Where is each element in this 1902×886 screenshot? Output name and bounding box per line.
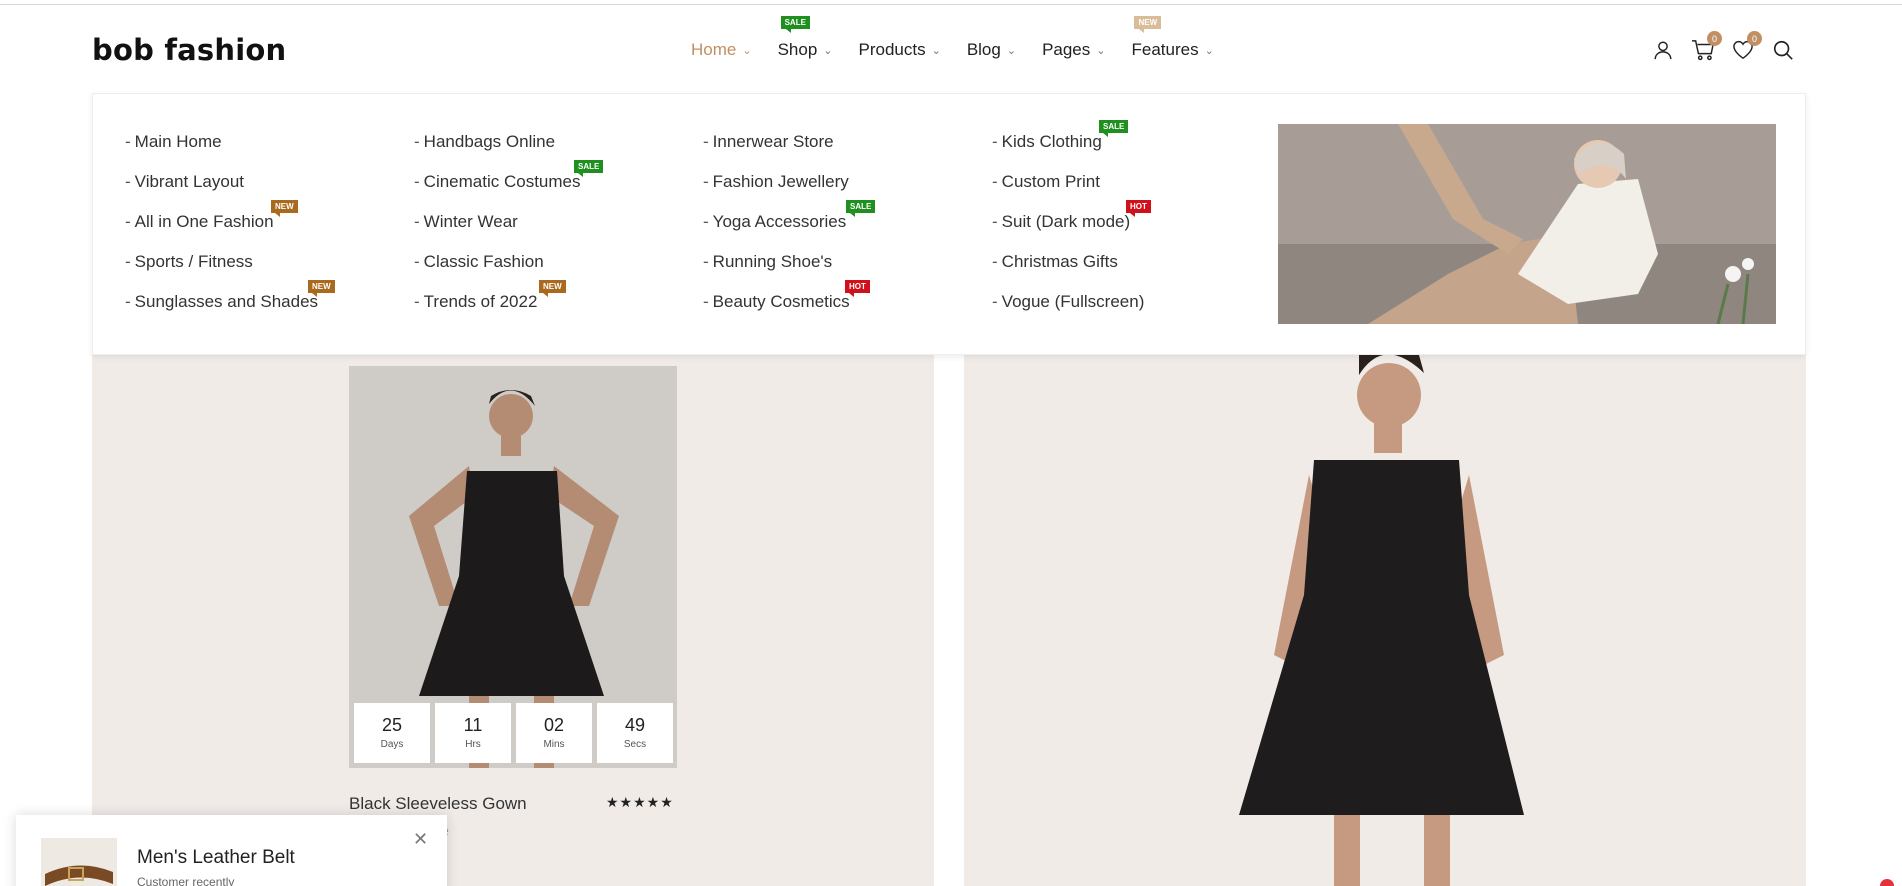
new-badge: NEW (271, 200, 298, 217)
nav-item-products[interactable]: Products ⌄ (859, 40, 941, 60)
countdown-mins: 02 Mins (516, 703, 592, 763)
main-nav: Home ⌄ SALE Shop ⌄ Products ⌄ Blog ⌄ Pag… (691, 16, 1240, 60)
cart-icon[interactable]: 0 (1690, 31, 1722, 63)
nav-item-label: Home (691, 40, 737, 59)
countdown-days: 25 Days (354, 703, 430, 763)
chevron-down-icon: ⌄ (1204, 44, 1214, 57)
chevron-down-icon: ⌄ (1006, 44, 1017, 57)
countdown-secs: 49 Secs (597, 703, 673, 763)
chevron-down-icon: ⌄ (1096, 44, 1106, 57)
toast-title[interactable]: Men's Leather Belt (137, 847, 295, 869)
site-header: bob fashion Home ⌄ SALE Shop ⌄ Products … (0, 5, 1902, 93)
nav-item-label: Shop (777, 40, 818, 59)
product-name[interactable]: Black Sleeveless Gown (349, 794, 527, 814)
nav-item-label: Blog (966, 40, 1001, 59)
menu-item-sunglasses[interactable]: - Sunglasses and Shades NEW (125, 280, 335, 332)
menu-item-trends-2022[interactable]: - Trends of 2022 NEW (414, 280, 581, 332)
countdown-timer: 25 Days 11 Hrs 02 Mins 49 Secs (354, 703, 678, 763)
menu-item-all-in-one-fashion[interactable]: - All in One Fashion NEW (125, 200, 318, 252)
menu-item-innerwear-store[interactable]: - Innerwear Store (703, 132, 850, 172)
chevron-down-icon: ⌄ (742, 44, 752, 57)
hot-badge: HOT (1126, 200, 1151, 217)
menu-item-suit-dark-mode[interactable]: - Suit (Dark mode) HOT (992, 200, 1151, 252)
hot-badge: HOT (845, 280, 870, 297)
toast-subtitle: Customer recently (137, 875, 235, 886)
menu-item-beauty-cosmetics[interactable]: - Beauty Cosmetics HOT (703, 280, 870, 332)
menu-item-main-home[interactable]: - Main Home (125, 132, 318, 172)
mega-column-1: - Main Home - Vibrant Layout - All in One F… (125, 132, 335, 332)
menu-item-christmas-gifts[interactable]: - Christmas Gifts (992, 252, 1144, 292)
nav-item-shop[interactable]: SALE Shop ⌄ (777, 16, 833, 60)
header-icons: 0 0 (1650, 31, 1810, 63)
nav-item-features[interactable]: NEW Features ⌄ (1131, 16, 1214, 60)
nav-item-label: Pages (1042, 40, 1091, 59)
sale-badge: SALE (574, 160, 604, 177)
menu-item-custom-print[interactable]: - Custom Print (992, 172, 1144, 212)
nav-item-label: Products (858, 40, 926, 59)
user-icon[interactable] (1650, 37, 1676, 63)
search-icon[interactable] (1770, 37, 1796, 63)
new-badge: NEW (1134, 16, 1162, 33)
brand-logo[interactable]: bob fashion (92, 33, 286, 67)
featured-product-image[interactable] (964, 355, 1806, 886)
close-icon[interactable]: ✕ (413, 829, 428, 850)
star-rating: ★★★★★ (606, 794, 674, 810)
mega-menu-banner-image[interactable] (1278, 124, 1776, 324)
nav-item-pages[interactable]: Pages ⌄ (1042, 40, 1105, 60)
mega-column-3: - Innerwear Store - Fashion Jewellery - Yog… (703, 132, 876, 332)
recent-purchase-toast: Men's Leather Belt Customer recently ✕ (16, 815, 447, 886)
menu-item-kids-clothing[interactable]: - Kids Clothing SALE (992, 120, 1144, 172)
menu-item-fashion-jewellery[interactable]: - Fashion Jewellery (703, 172, 850, 212)
chevron-down-icon: ⌄ (823, 44, 833, 57)
menu-item-vogue-fullscreen[interactable]: - Vogue (Fullscreen) (992, 292, 1144, 332)
mega-column-4: - Kids Clothing SALE - Custom Print - Suit (… (992, 120, 1151, 332)
sale-badge: SALE (780, 16, 810, 33)
menu-item-yoga-accessories[interactable]: - Yoga Accessories SALE (703, 200, 876, 252)
chat-bubble-icon[interactable] (1880, 879, 1894, 886)
toast-product-thumbnail[interactable] (41, 838, 117, 886)
countdown-hours: 11 Hrs (435, 703, 511, 763)
wishlist-count-badge: 0 (1747, 31, 1762, 46)
new-badge: NEW (539, 280, 566, 297)
cart-count-badge: 0 (1707, 31, 1722, 46)
menu-item-sports-fitness[interactable]: - Sports / Fitness (125, 252, 318, 292)
menu-item-running-shoes[interactable]: - Running Shoe's (703, 252, 850, 292)
nav-item-blog[interactable]: Blog ⌄ (967, 40, 1016, 60)
chevron-down-icon: ⌄ (931, 44, 941, 57)
product-panel-right (964, 355, 1806, 886)
heart-icon[interactable]: 0 (1730, 31, 1762, 63)
mega-menu: - Main Home - Vibrant Layout - All in One F… (92, 93, 1806, 355)
mega-column-2: - Handbags Online - Cinematic Costumes SALE… (414, 132, 604, 332)
new-badge: NEW (308, 280, 335, 297)
menu-item-winter-wear[interactable]: - Winter Wear (414, 212, 581, 252)
sale-badge: SALE (846, 200, 876, 217)
menu-item-handbags-online[interactable]: - Handbags Online (414, 132, 581, 172)
nav-item-home[interactable]: Home ⌄ (691, 40, 752, 60)
menu-item-cinematic-costumes[interactable]: - Cinematic Costumes SALE (414, 160, 604, 212)
sale-badge: SALE (1099, 120, 1129, 137)
nav-item-label: Features (1131, 40, 1199, 59)
